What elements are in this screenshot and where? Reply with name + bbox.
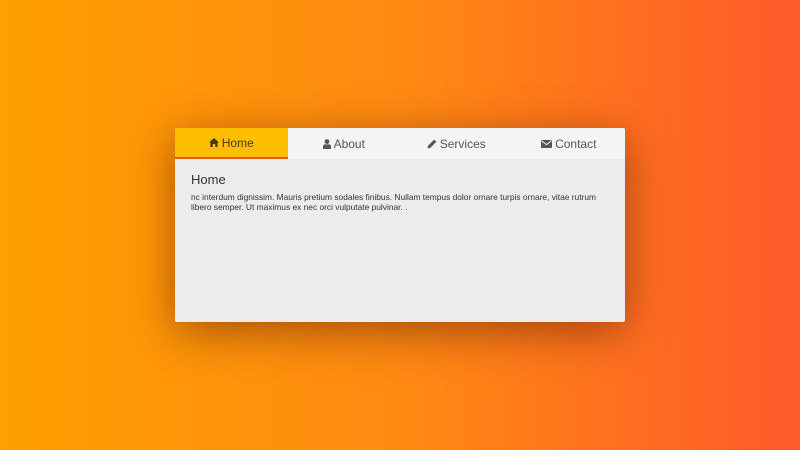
tab-about[interactable]: About <box>288 128 401 159</box>
home-icon <box>208 138 219 147</box>
user-icon <box>322 138 331 149</box>
tab-card: Home About Services Contact Home nc inte… <box>175 128 625 322</box>
envelope-icon <box>541 139 553 148</box>
tab-contact-label: Contact <box>555 136 597 151</box>
tab-panel: Home nc interdum dignissim. Mauris preti… <box>175 159 625 222</box>
tab-services[interactable]: Services <box>400 128 513 159</box>
tab-about-label: About <box>333 136 365 151</box>
tab-bar: Home About Services Contact <box>175 128 625 159</box>
tab-home[interactable]: Home <box>175 128 288 159</box>
pencil-icon <box>427 139 437 149</box>
tab-contact[interactable]: Contact <box>513 128 626 159</box>
tab-home-label: Home <box>221 135 254 150</box>
panel-body: nc interdum dignissim. Mauris pretium so… <box>191 192 596 212</box>
tab-services-label: Services <box>439 136 486 151</box>
panel-title: Home <box>191 172 226 187</box>
